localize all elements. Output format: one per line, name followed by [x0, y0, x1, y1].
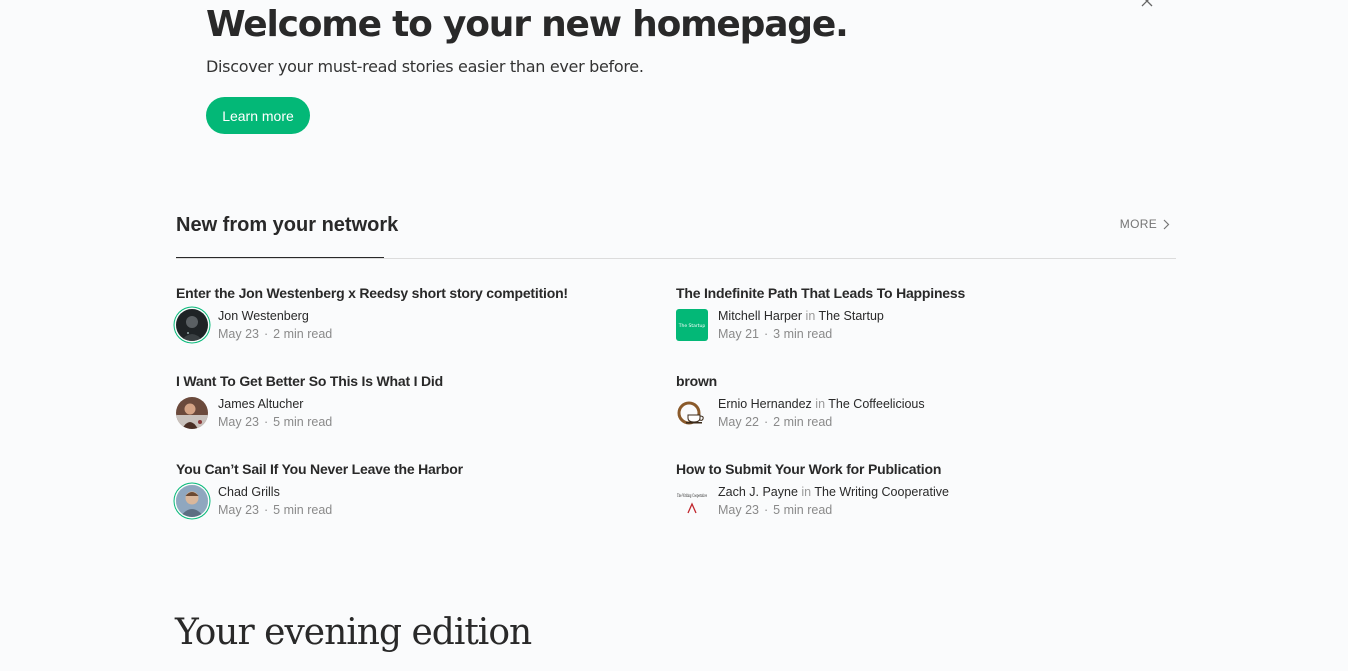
welcome-title: Welcome to your new homepage. [206, 4, 849, 45]
chevron-right-icon [1163, 219, 1170, 229]
story-byline: Zach J. Payne in The Writing Cooperative [718, 485, 949, 499]
story-card: How to Submit Your Work for Publication … [676, 461, 1156, 541]
learn-more-button[interactable]: Learn more [206, 97, 310, 134]
story-meta: May 22 · 2 min read [718, 415, 833, 429]
story-date: May 23 [218, 327, 259, 341]
story-meta: May 21 · 3 min read [718, 327, 833, 341]
logo-text: The Startup [678, 323, 706, 329]
read-time: 3 min read [773, 327, 833, 341]
close-icon[interactable] [1140, 0, 1154, 8]
logo-text: The Writing Cooperative [677, 493, 707, 499]
section-title-underline [176, 257, 384, 258]
in-label: in [801, 485, 812, 499]
story-title[interactable]: How to Submit Your Work for Publication [676, 461, 941, 477]
section-divider [176, 258, 1176, 259]
read-time: 5 min read [773, 503, 833, 517]
author-name[interactable]: Chad Grills [218, 485, 280, 499]
author-name[interactable]: Ernio Hernandez [718, 397, 812, 411]
story-title[interactable]: You Can’t Sail If You Never Leave the Ha… [176, 461, 463, 477]
read-time: 5 min read [273, 415, 333, 429]
author-avatar[interactable] [176, 309, 208, 341]
author-name[interactable]: James Altucher [218, 397, 303, 411]
section-title: New from your network [176, 214, 399, 236]
story-card: The Indefinite Path That Leads To Happin… [676, 285, 1156, 365]
publication-name[interactable]: The Writing Cooperative [814, 485, 949, 499]
author-avatar[interactable] [176, 485, 208, 517]
publication-logo[interactable]: The Startup [676, 309, 708, 341]
story-card: You Can’t Sail If You Never Leave the Ha… [176, 461, 656, 541]
read-time: 2 min read [273, 327, 333, 341]
story-title[interactable]: brown [676, 373, 717, 389]
evening-edition-title: Your evening edition [175, 612, 532, 653]
publication-name[interactable]: The Startup [819, 309, 884, 323]
story-date: May 23 [218, 415, 259, 429]
story-byline: Ernio Hernandez in The Coffeelicious [718, 397, 925, 411]
publication-logo[interactable]: The Writing Cooperative [676, 485, 708, 517]
more-link[interactable]: MORE [1120, 217, 1170, 231]
author-name[interactable]: Jon Westenberg [218, 309, 309, 323]
story-card: I Want To Get Better So This Is What I D… [176, 373, 656, 453]
author-name[interactable]: Zach J. Payne [718, 485, 798, 499]
more-label: MORE [1119, 217, 1157, 231]
story-date: May 21 [718, 327, 759, 341]
in-label: in [815, 397, 826, 411]
story-byline: Mitchell Harper in The Startup [718, 309, 884, 323]
story-meta: May 23 · 2 min read [218, 327, 333, 341]
story-date: May 23 [218, 503, 259, 517]
in-label: in [805, 309, 816, 323]
welcome-subtitle: Discover your must-read stories easier t… [206, 57, 644, 76]
story-title[interactable]: I Want To Get Better So This Is What I D… [176, 373, 443, 389]
story-date: May 23 [718, 503, 759, 517]
network-section-header: New from your network MORE [176, 212, 1176, 259]
story-meta: May 23 · 5 min read [218, 503, 333, 517]
story-byline: James Altucher [218, 397, 303, 411]
story-card: Enter the Jon Westenberg x Reedsy short … [176, 285, 656, 365]
story-card: brown Ernio Hernandez in The Coffeelicio… [676, 373, 1156, 453]
story-byline: Jon Westenberg [218, 309, 309, 323]
story-meta: May 23 · 5 min read [718, 503, 833, 517]
author-name[interactable]: Mitchell Harper [718, 309, 802, 323]
story-title[interactable]: Enter the Jon Westenberg x Reedsy short … [176, 285, 568, 301]
story-byline: Chad Grills [218, 485, 280, 499]
read-time: 5 min read [273, 503, 333, 517]
publication-name[interactable]: The Coffeelicious [828, 397, 924, 411]
coffee-cup-logo[interactable] [676, 397, 708, 429]
read-time: 2 min read [773, 415, 833, 429]
author-avatar[interactable] [176, 397, 208, 429]
story-title[interactable]: The Indefinite Path That Leads To Happin… [676, 285, 965, 301]
story-date: May 22 [718, 415, 759, 429]
story-meta: May 23 · 5 min read [218, 415, 333, 429]
